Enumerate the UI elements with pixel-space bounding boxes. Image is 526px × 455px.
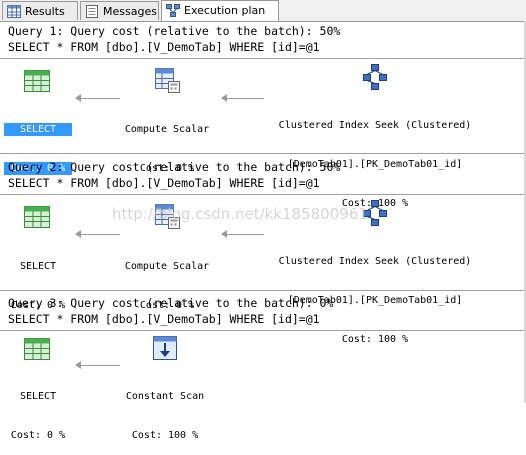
tab-messages[interactable]: Messages bbox=[80, 1, 159, 20]
watermark-text: http://blog.csdn.net/kk185800961 bbox=[112, 205, 368, 223]
plan-node-select[interactable]: SELECT Cost: 0 % bbox=[4, 97, 72, 188]
node-label: Clustered Index Seek (Clustered) bbox=[278, 120, 472, 131]
execution-plan-icon bbox=[166, 4, 180, 17]
node-cost: Cost: 100 % bbox=[341, 334, 409, 345]
plan-node-select[interactable]: SELECT Cost: 0 % bbox=[4, 364, 72, 455]
query-1-divider bbox=[0, 58, 526, 59]
tab-label: Execution plan bbox=[184, 4, 266, 17]
node-label: SELECT bbox=[19, 391, 57, 402]
tab-label: Results bbox=[25, 5, 65, 18]
select-icon[interactable] bbox=[24, 206, 50, 228]
query-1-header: Query 1: Query cost (relative to the bat… bbox=[8, 24, 341, 38]
tab-results[interactable]: Results bbox=[2, 1, 78, 20]
results-tab-bar: Results Messages Execution plan bbox=[0, 0, 526, 22]
flow-arrow bbox=[221, 94, 264, 102]
node-cost: Cost: 100 % bbox=[131, 430, 199, 441]
select-icon[interactable] bbox=[24, 70, 50, 92]
flow-arrow bbox=[221, 230, 264, 238]
node-label: Compute Scalar bbox=[124, 124, 210, 135]
tab-label: Messages bbox=[103, 5, 157, 18]
plan-node-clustered-index-seek[interactable]: Clustered Index Seek (Clustered) [DemoTa… bbox=[266, 229, 484, 359]
node-label: SELECT bbox=[19, 261, 57, 272]
tab-execution-plan[interactable]: Execution plan bbox=[161, 0, 279, 21]
plan-node-constant-scan[interactable]: Constant Scan Cost: 100 % bbox=[112, 364, 218, 455]
select-icon[interactable] bbox=[24, 338, 50, 360]
node-cost: Cost: 0 % bbox=[10, 430, 66, 441]
node-label: Compute Scalar bbox=[124, 261, 210, 272]
query-separator bbox=[0, 290, 526, 291]
compute-scalar-icon[interactable] bbox=[155, 68, 181, 94]
query-3-header: Query 3: Query cost (relative to the bat… bbox=[8, 296, 334, 310]
query-2-header: Query 2: Query cost (relative to the bat… bbox=[8, 160, 341, 174]
constant-scan-icon[interactable] bbox=[153, 336, 177, 360]
node-label: Clustered Index Seek (Clustered) bbox=[278, 256, 472, 267]
plan-node-compute-scalar[interactable]: Compute Scalar Cost: 0 % bbox=[114, 97, 220, 188]
query-separator bbox=[0, 153, 526, 154]
query-3-sql: SELECT * FROM [dbo].[V_DemoTab] WHERE [i… bbox=[8, 312, 320, 326]
query-1-sql: SELECT * FROM [dbo].[V_DemoTab] WHERE [i… bbox=[8, 40, 320, 54]
query-2-sql: SELECT * FROM [dbo].[V_DemoTab] WHERE [i… bbox=[8, 176, 320, 190]
messages-icon bbox=[86, 5, 98, 18]
query-2-divider bbox=[0, 194, 526, 195]
node-label: SELECT bbox=[4, 123, 72, 136]
query-3-divider bbox=[0, 330, 526, 331]
grid-icon bbox=[7, 5, 21, 18]
node-label: Constant Scan bbox=[125, 391, 205, 402]
clustered-index-seek-icon[interactable] bbox=[362, 64, 388, 90]
